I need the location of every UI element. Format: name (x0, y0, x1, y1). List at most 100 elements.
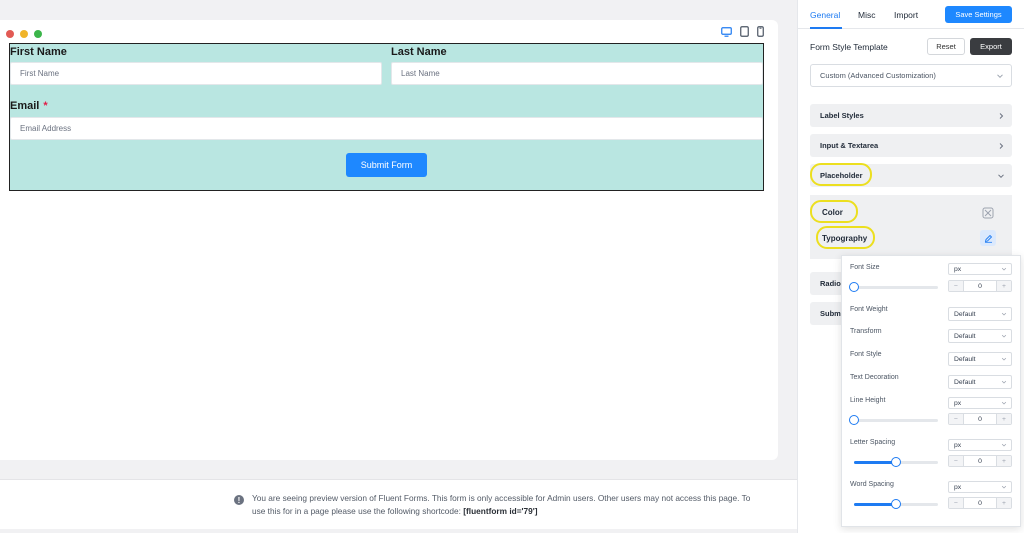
tab-misc[interactable]: Misc (858, 10, 875, 20)
font-weight-select[interactable]: Default (948, 307, 1012, 321)
accordion-label: Subm (820, 309, 841, 318)
line-height-stepper[interactable]: − 0 + (948, 413, 1012, 425)
letter-spacing-label: Letter Spacing (850, 439, 896, 446)
template-select-value: Custom (Advanced Customization) (820, 71, 936, 80)
line-height-label: Line Height (850, 397, 886, 404)
settings-tabs: General Misc Import Save Settings (798, 0, 1024, 29)
required-mark: * (43, 100, 48, 112)
chevron-down-icon (1001, 485, 1007, 489)
letter-spacing-unit: px (954, 441, 962, 449)
preview-notice: ! You are seeing preview version of Flue… (0, 479, 841, 529)
tablet-icon[interactable] (740, 26, 749, 37)
font-size-stepper[interactable]: − 0 + (948, 280, 1012, 292)
line-height-slider[interactable] (849, 415, 938, 425)
increment-button[interactable]: + (997, 414, 1011, 424)
chevron-down-icon (1001, 401, 1007, 405)
text-decoration-select[interactable]: Default (948, 375, 1012, 389)
letter-spacing-stepper[interactable]: − 0 + (948, 455, 1012, 467)
accordion-label-styles[interactable]: Label Styles (810, 104, 1012, 127)
chevron-down-icon (1001, 357, 1007, 361)
first-name-label: First Name (10, 46, 67, 58)
increment-button[interactable]: + (997, 281, 1011, 291)
active-tab-indicator (810, 27, 842, 29)
fluent-form: First Name First Name Last Name Last Nam… (9, 43, 764, 191)
accordion-label: Radio (820, 279, 841, 288)
window-controls (6, 30, 42, 38)
reset-button[interactable]: Reset (927, 38, 965, 55)
slider-handle[interactable] (849, 282, 859, 292)
info-icon: ! (234, 495, 244, 505)
edit-typography-icon[interactable] (980, 230, 996, 246)
word-spacing-unit: px (954, 483, 962, 491)
mobile-icon[interactable] (757, 26, 764, 37)
chevron-down-icon (997, 73, 1003, 78)
accordion-label: Input & Textarea (820, 141, 879, 150)
email-input[interactable]: Email Address (10, 117, 763, 140)
transform-label: Transform (850, 328, 882, 335)
word-spacing-unit-select[interactable]: px (948, 481, 1012, 493)
accordion-input-textarea[interactable]: Input & Textarea (810, 134, 1012, 157)
email-label: Email * (10, 100, 48, 112)
word-spacing-label: Word Spacing (850, 481, 894, 488)
font-size-unit: px (954, 265, 962, 273)
form-style-template-label: Form Style Template (810, 42, 888, 52)
font-size-value[interactable]: 0 (963, 281, 997, 291)
font-style-label: Font Style (850, 351, 882, 358)
font-style-value: Default (954, 355, 976, 363)
color-picker-icon[interactable] (980, 205, 996, 221)
letter-spacing-unit-select[interactable]: px (948, 439, 1012, 451)
word-spacing-stepper[interactable]: − 0 + (948, 497, 1012, 509)
word-spacing-value[interactable]: 0 (963, 498, 997, 508)
tab-import[interactable]: Import (894, 10, 918, 20)
font-size-slider[interactable] (849, 282, 938, 292)
typography-popover: Font Size px − 0 + Font Weight Default T… (841, 255, 1021, 527)
last-name-label: Last Name (391, 46, 447, 58)
line-height-unit-select[interactable]: px (948, 397, 1012, 409)
maximize-dot (34, 30, 42, 38)
slider-handle[interactable] (891, 499, 901, 509)
save-settings-button[interactable]: Save Settings (945, 6, 1012, 23)
last-name-input[interactable]: Last Name (391, 62, 763, 85)
letter-spacing-slider[interactable] (854, 457, 938, 467)
font-size-label: Font Size (850, 264, 880, 271)
decrement-button[interactable]: − (949, 414, 963, 424)
accordion-label: Label Styles (820, 111, 864, 120)
email-label-text: Email (10, 100, 40, 112)
template-select[interactable]: Custom (Advanced Customization) (810, 64, 1012, 87)
increment-button[interactable]: + (997, 498, 1011, 508)
font-size-unit-select[interactable]: px (948, 263, 1012, 275)
increment-button[interactable]: + (997, 456, 1011, 466)
color-highlight (810, 200, 858, 223)
chevron-down-icon (998, 173, 1004, 178)
chevron-right-icon (999, 112, 1004, 119)
submit-form-button[interactable]: Submit Form (346, 153, 427, 177)
chevron-down-icon (1001, 267, 1007, 271)
export-button[interactable]: Export (970, 38, 1012, 55)
chevron-down-icon (1001, 380, 1007, 384)
word-spacing-slider[interactable] (854, 499, 938, 509)
placeholder-highlight (810, 163, 872, 186)
text-decoration-label: Text Decoration (850, 374, 899, 381)
close-dot (6, 30, 14, 38)
decrement-button[interactable]: − (949, 281, 963, 291)
font-weight-value: Default (954, 310, 976, 318)
notice-text: You are seeing preview version of Fluent… (252, 492, 762, 518)
tab-general[interactable]: General (810, 10, 840, 20)
chevron-down-icon (1001, 312, 1007, 316)
transform-select[interactable]: Default (948, 329, 1012, 343)
first-name-input[interactable]: First Name (10, 62, 382, 85)
decrement-button[interactable]: − (949, 498, 963, 508)
chevron-down-icon (1001, 443, 1007, 447)
desktop-icon[interactable] (721, 26, 732, 37)
font-style-select[interactable]: Default (948, 352, 1012, 366)
letter-spacing-value[interactable]: 0 (963, 456, 997, 466)
minimize-dot (20, 30, 28, 38)
decrement-button[interactable]: − (949, 456, 963, 466)
font-weight-label: Font Weight (850, 306, 888, 313)
shortcode: [fluentform id='79'] (463, 506, 538, 516)
transform-value: Default (954, 332, 976, 340)
slider-handle[interactable] (849, 415, 859, 425)
line-height-unit: px (954, 399, 962, 407)
slider-handle[interactable] (891, 457, 901, 467)
line-height-value[interactable]: 0 (963, 414, 997, 424)
